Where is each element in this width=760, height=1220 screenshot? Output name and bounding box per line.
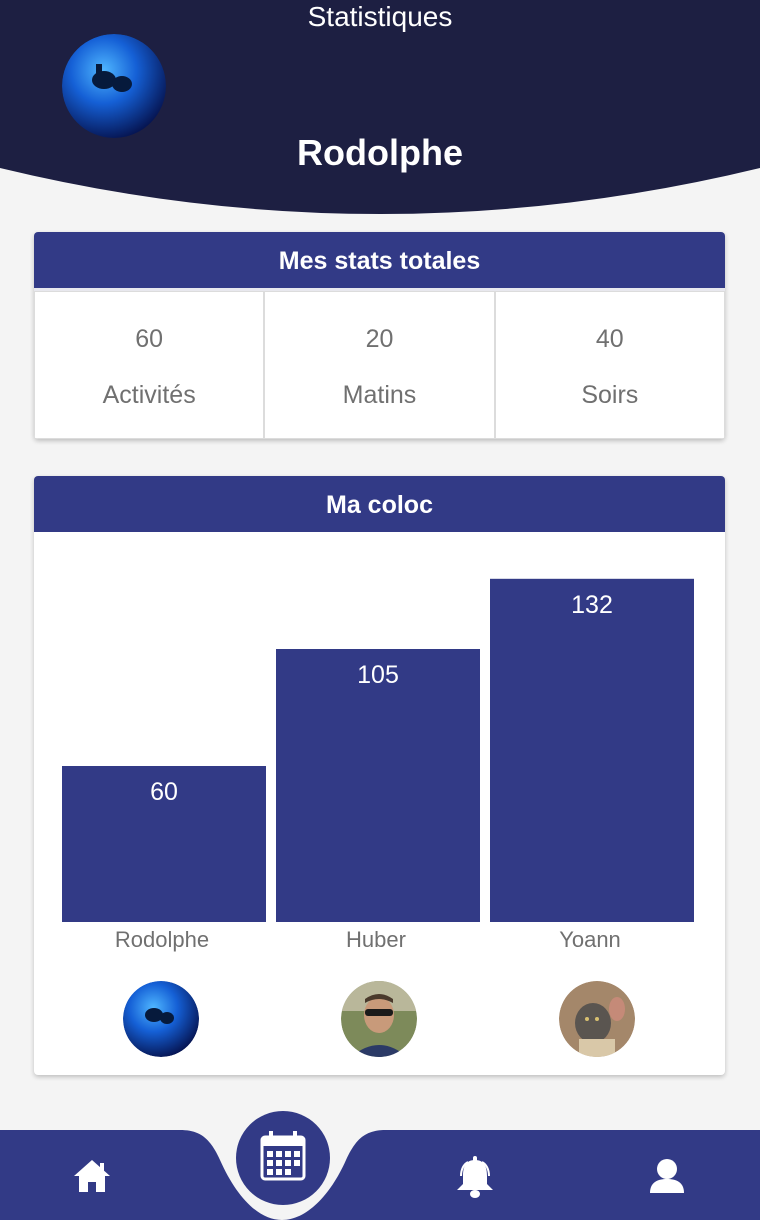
member-avatar-rodolphe[interactable]	[123, 981, 199, 1057]
bottom-nav-bar	[0, 1130, 760, 1220]
bar-value-label: 60	[150, 778, 178, 806]
member-avatar-yoann[interactable]	[559, 981, 635, 1057]
user-name: Rodolphe	[297, 132, 463, 173]
stat-mornings: 20 Matins	[264, 291, 495, 439]
stat-label: Matins	[342, 381, 417, 409]
coloc-bar-chart: 60 Rodolphe 105 Huber 132 Yoann	[62, 578, 694, 952]
category-label: Yoann	[559, 927, 621, 952]
calendar-nav-button[interactable]	[236, 1111, 330, 1210]
member-avatar-huber[interactable]	[341, 981, 417, 1057]
bell-icon[interactable]	[455, 1156, 495, 1203]
user-icon[interactable]	[648, 1158, 686, 1199]
bar-yoann	[490, 578, 694, 922]
coloc-title: Ma coloc	[34, 476, 725, 532]
stat-value: 20	[365, 325, 394, 353]
stat-value: 40	[595, 325, 624, 353]
stat-activities: 60 Activités	[34, 291, 265, 439]
stat-label: Activités	[102, 381, 196, 409]
stat-value: 60	[135, 325, 164, 353]
stat-evenings: 40 Soirs	[494, 291, 725, 439]
home-icon[interactable]	[72, 1158, 112, 1199]
total-stats-title: Mes stats totales	[34, 232, 725, 288]
page-title: Statistiques	[307, 1, 453, 32]
stats-row: 60 Activités 20 Matins 40 Soirs	[34, 288, 725, 439]
total-stats-card: Mes stats totales 60 Activités 20 Matins…	[34, 232, 725, 439]
category-label: Huber	[346, 927, 406, 952]
profile-avatar[interactable]	[62, 34, 166, 138]
bar-value-label: 105	[357, 661, 399, 689]
bar-huber	[276, 649, 480, 922]
stat-label: Soirs	[581, 381, 639, 409]
coloc-card: Ma coloc 60 Rodolphe 105 Huber 132 Yoann	[34, 476, 725, 1075]
bar-value-label: 132	[571, 591, 613, 619]
category-label: Rodolphe	[115, 927, 209, 952]
